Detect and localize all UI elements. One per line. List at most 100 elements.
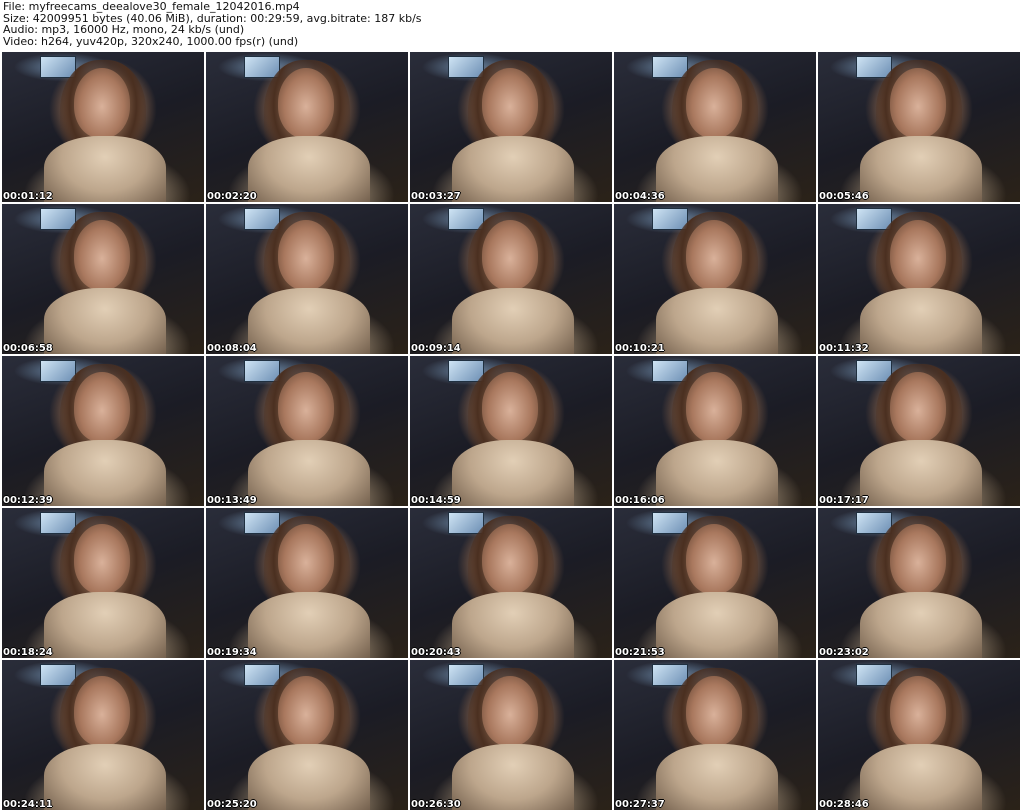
face-shape: [686, 220, 742, 290]
body-shape: [44, 136, 166, 202]
audio-info-line: Audio: mp3, 16000 Hz, mono, 24 kb/s (und…: [3, 23, 245, 36]
thumbnail-timestamp: 00:25:20: [207, 799, 257, 810]
face-shape: [482, 68, 538, 138]
video-thumbnail: 00:28:46: [818, 660, 1020, 810]
face-shape: [890, 676, 946, 746]
thumbnail-grid: 00:01:12 00:02:20 00:03:27 00:04:36 00:05:46…: [2, 52, 1020, 810]
video-thumbnail: 00:24:11: [2, 660, 204, 810]
body-shape: [44, 288, 166, 354]
thumbnail-timestamp: 00:28:46: [819, 799, 869, 810]
body-shape: [860, 592, 982, 658]
body-shape: [656, 136, 778, 202]
face-shape: [278, 676, 334, 746]
thumbnail-timestamp: 00:01:12: [3, 191, 53, 202]
face-shape: [686, 524, 742, 594]
video-thumbnail: 00:10:21: [614, 204, 816, 354]
thumbnail-timestamp: 00:23:02: [819, 647, 869, 658]
body-shape: [656, 744, 778, 810]
body-shape: [248, 288, 370, 354]
video-thumbnail: 00:01:12: [2, 52, 204, 202]
face-shape: [482, 372, 538, 442]
body-shape: [656, 288, 778, 354]
thumbnail-timestamp: 00:16:06: [615, 495, 665, 506]
video-thumbnail: 00:09:14: [410, 204, 612, 354]
face-shape: [482, 676, 538, 746]
face-shape: [890, 220, 946, 290]
video-thumbnail: 00:03:27: [410, 52, 612, 202]
face-shape: [278, 524, 334, 594]
video-thumbnail: 00:25:20: [206, 660, 408, 810]
face-shape: [686, 676, 742, 746]
body-shape: [452, 440, 574, 506]
video-thumbnail: 00:05:46: [818, 52, 1020, 202]
body-shape: [860, 440, 982, 506]
thumbnail-timestamp: 00:18:24: [3, 647, 53, 658]
body-shape: [860, 288, 982, 354]
video-thumbnail: 00:02:20: [206, 52, 408, 202]
body-shape: [248, 744, 370, 810]
face-shape: [74, 220, 130, 290]
face-shape: [890, 372, 946, 442]
thumbnail-timestamp: 00:19:34: [207, 647, 257, 658]
body-shape: [452, 592, 574, 658]
video-thumbnail: 00:04:36: [614, 52, 816, 202]
face-shape: [686, 372, 742, 442]
video-thumbnail: 00:12:39: [2, 356, 204, 506]
face-shape: [74, 372, 130, 442]
video-thumbnail: 00:18:24: [2, 508, 204, 658]
thumbnail-timestamp: 00:04:36: [615, 191, 665, 202]
face-shape: [74, 68, 130, 138]
thumbnail-timestamp: 00:05:46: [819, 191, 869, 202]
body-shape: [248, 136, 370, 202]
thumbnail-timestamp: 00:24:11: [3, 799, 53, 810]
thumbnail-timestamp: 00:14:59: [411, 495, 461, 506]
video-thumbnail: 00:17:17: [818, 356, 1020, 506]
thumbnail-timestamp: 00:13:49: [207, 495, 257, 506]
file-name-line: File: myfreecams_deealove30_female_12042…: [3, 0, 300, 13]
video-thumbnail: 00:27:37: [614, 660, 816, 810]
video-thumbnail: 00:20:43: [410, 508, 612, 658]
face-shape: [74, 524, 130, 594]
video-info-line: Video: h264, yuv420p, 320x240, 1000.00 f…: [3, 34, 299, 48]
body-shape: [656, 440, 778, 506]
thumbnail-timestamp: 00:02:20: [207, 191, 257, 202]
video-thumbnail: 00:23:02: [818, 508, 1020, 658]
thumbnail-timestamp: 00:10:21: [615, 343, 665, 354]
thumbnail-timestamp: 00:21:53: [615, 647, 665, 658]
thumbnail-timestamp: 00:27:37: [615, 799, 665, 810]
thumbnail-timestamp: 00:17:17: [819, 495, 869, 506]
video-thumbnail: 00:13:49: [206, 356, 408, 506]
face-shape: [278, 220, 334, 290]
thumbnail-timestamp: 00:26:30: [411, 799, 461, 810]
video-thumbnail: 00:08:04: [206, 204, 408, 354]
face-shape: [74, 676, 130, 746]
body-shape: [44, 744, 166, 810]
thumbnail-timestamp: 00:08:04: [207, 343, 257, 354]
thumbnail-timestamp: 00:20:43: [411, 647, 461, 658]
face-shape: [482, 220, 538, 290]
file-info-header: File: myfreecams_deealove30_female_12042…: [3, 0, 1021, 53]
face-shape: [686, 68, 742, 138]
body-shape: [44, 592, 166, 658]
thumbnail-timestamp: 00:06:58: [3, 343, 53, 354]
video-thumbnail: 00:14:59: [410, 356, 612, 506]
face-shape: [890, 68, 946, 138]
face-shape: [278, 68, 334, 138]
body-shape: [452, 744, 574, 810]
video-thumbnail: 00:21:53: [614, 508, 816, 658]
face-shape: [890, 524, 946, 594]
thumbnail-timestamp: 00:03:27: [411, 191, 461, 202]
thumbnail-timestamp: 00:12:39: [3, 495, 53, 506]
body-shape: [248, 440, 370, 506]
body-shape: [860, 744, 982, 810]
body-shape: [452, 288, 574, 354]
thumbnail-timestamp: 00:09:14: [411, 343, 461, 354]
video-thumbnail: 00:06:58: [2, 204, 204, 354]
body-shape: [44, 440, 166, 506]
face-shape: [482, 524, 538, 594]
video-thumbnail: 00:16:06: [614, 356, 816, 506]
body-shape: [656, 592, 778, 658]
body-shape: [248, 592, 370, 658]
body-shape: [860, 136, 982, 202]
video-thumbnail: 00:11:32: [818, 204, 1020, 354]
